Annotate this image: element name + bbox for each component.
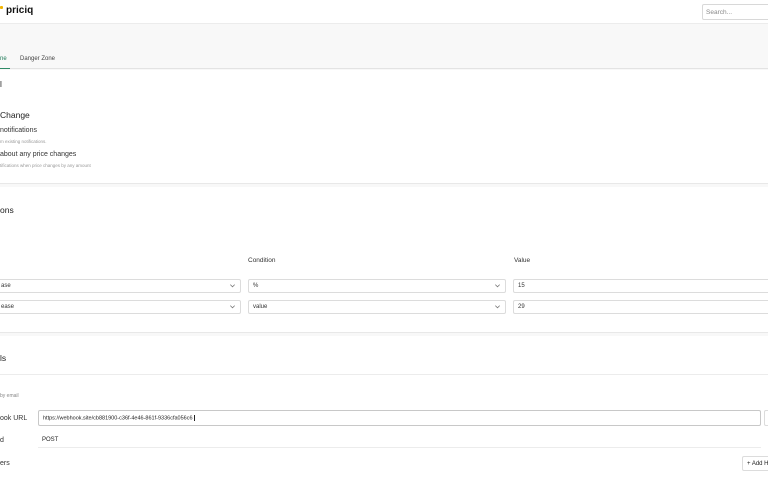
search-input[interactable] [702, 4, 768, 20]
value-row-1: 15 [518, 283, 525, 289]
notification-settings-panel: l Change notifications m existing notifi… [0, 70, 768, 184]
method-label: d [0, 437, 4, 444]
app-logo[interactable]: priciq [0, 5, 33, 16]
method-select[interactable]: POST [38, 434, 761, 448]
conditions-panel: ons Condition Value ase % 15 ease value … [0, 187, 768, 333]
logo-mark-icon [0, 6, 3, 9]
field-select-row-1[interactable]: ase [0, 279, 241, 293]
text-caret [193, 415, 195, 421]
field-value-row-2: ease [1, 304, 15, 310]
headers-label: ers [0, 460, 10, 467]
tab-danger-zone[interactable]: Danger Zone [20, 56, 55, 69]
conditions-title: ons [0, 205, 14, 215]
condition-select-row-1[interactable]: % [248, 279, 506, 293]
price-change-title: Change [0, 110, 30, 120]
tab-general[interactable]: ne [0, 56, 10, 69]
channels-divider [0, 374, 768, 375]
value-column-header: Value [514, 257, 531, 264]
condition-select-row-2[interactable]: value [248, 300, 506, 314]
top-bar: priciq [0, 0, 768, 24]
webhook-url-value: https://webhook.site/cb881900-c36f-4e46-… [43, 415, 193, 422]
webhook-side-control[interactable] [764, 410, 768, 426]
channels-panel: ls by email ook URL https://webhook.site… [0, 336, 768, 480]
value-input-row-1[interactable]: 15 [513, 279, 768, 293]
condition-value-row-2: value [253, 304, 268, 310]
option-desc-notifications: m existing notifications. [0, 139, 47, 144]
webhook-url-label: ook URL [0, 415, 28, 422]
option-label-notifications[interactable]: notifications [0, 127, 37, 134]
condition-column-header: Condition [248, 257, 276, 264]
option-desc-any-price-change: tifications when price changes by any am… [0, 163, 91, 168]
chevron-down-icon [495, 305, 500, 309]
channels-title: ls [0, 353, 7, 363]
option-label-any-price-change[interactable]: about any price changes [0, 151, 76, 158]
chevron-down-icon [495, 284, 500, 288]
field-select-row-2[interactable]: ease [0, 300, 241, 314]
webhook-url-input[interactable]: https://webhook.site/cb881900-c36f-4e46-… [38, 410, 761, 426]
chevron-down-icon [230, 305, 235, 309]
condition-value-row-1: % [253, 283, 259, 289]
settings-tabs: ne Danger Zone [0, 56, 768, 69]
email-option-label[interactable]: by email [0, 393, 19, 399]
chevron-down-icon [230, 284, 235, 288]
add-header-button[interactable]: + Add H [742, 456, 768, 471]
value-row-2: 29 [518, 304, 525, 310]
section-marker: l [0, 79, 2, 89]
app-name: priciq [6, 5, 34, 16]
value-input-row-2[interactable]: 29 [513, 300, 768, 314]
field-value-row-1: ase [1, 283, 11, 289]
method-value: POST [42, 437, 59, 443]
